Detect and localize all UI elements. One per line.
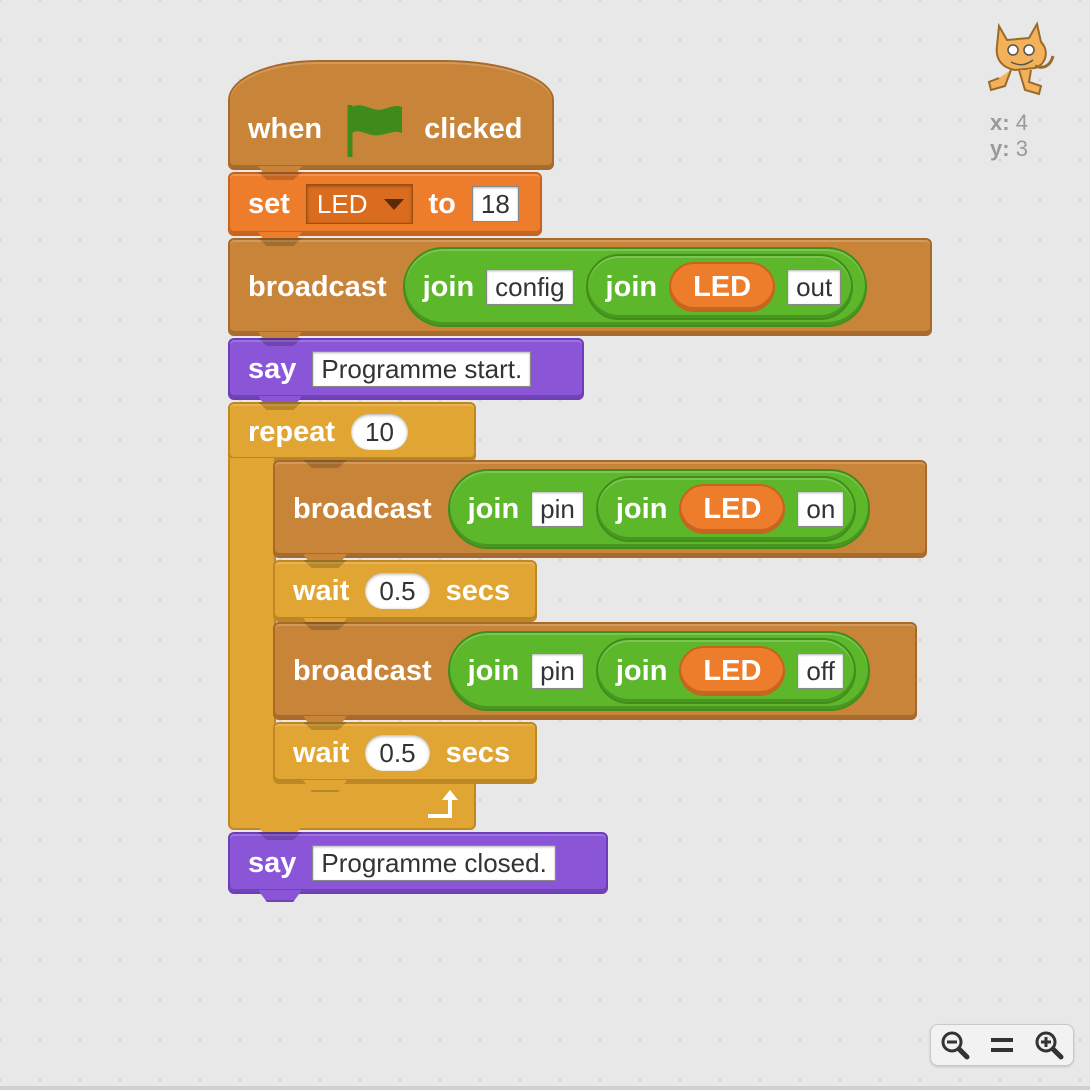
- broadcast-label: broadcast: [293, 654, 432, 687]
- when-label: when: [248, 112, 323, 145]
- sprite-coordinates: x: 4 y: 3: [990, 110, 1028, 162]
- wait-label: wait: [293, 736, 350, 769]
- zoom-controls: [930, 1024, 1074, 1066]
- y-label: y:: [990, 136, 1010, 161]
- say-text-input[interactable]: Programme closed.: [312, 845, 556, 881]
- say-label: say: [248, 352, 297, 385]
- dropdown-arrow-icon: [383, 198, 404, 210]
- zoom-in-icon: [1035, 1031, 1064, 1060]
- led-variable-reporter[interactable]: LED: [669, 262, 776, 312]
- inner-join-text-input[interactable]: on: [797, 491, 845, 527]
- set-variable-block[interactable]: set LED to 18: [228, 172, 542, 236]
- zoom-in-button[interactable]: [1032, 1028, 1066, 1062]
- join-reporter[interactable]: join pin join LED off: [447, 631, 870, 711]
- join-label: join: [467, 654, 520, 687]
- to-label: to: [428, 187, 456, 220]
- wait-seconds-input[interactable]: 0.5: [365, 573, 430, 609]
- repeat-header[interactable]: repeat 10: [228, 402, 476, 462]
- repeat-arm: [228, 458, 276, 778]
- wait-block[interactable]: wait 0.5 secs: [273, 560, 537, 622]
- repeat-count-input[interactable]: 10: [351, 414, 408, 450]
- repeat-label: repeat: [248, 415, 336, 448]
- inner-join-label: join: [605, 270, 658, 303]
- clicked-label: clicked: [424, 112, 523, 145]
- inner-join-text-input[interactable]: out: [787, 269, 842, 305]
- wait-block[interactable]: wait 0.5 secs: [273, 722, 537, 784]
- set-label: set: [248, 187, 290, 220]
- x-value: 4: [1015, 110, 1028, 135]
- when-flag-clicked-block[interactable]: when clicked: [228, 60, 554, 170]
- say-text-input[interactable]: Programme start.: [312, 351, 532, 387]
- led-variable-reporter[interactable]: LED: [679, 646, 786, 696]
- zoom-reset-button[interactable]: [985, 1028, 1019, 1062]
- y-value: 3: [1015, 136, 1028, 161]
- broadcast-block[interactable]: broadcast join config join LED out: [228, 238, 932, 336]
- say-label: say: [248, 846, 297, 879]
- wait-seconds-input[interactable]: 0.5: [365, 735, 430, 771]
- variable-name: LED: [316, 188, 368, 219]
- say-block[interactable]: say Programme closed.: [228, 832, 608, 894]
- join-label: join: [467, 492, 520, 525]
- cat-sprite-icon: [987, 21, 1055, 96]
- zoom-out-button[interactable]: [938, 1028, 972, 1062]
- secs-label: secs: [445, 574, 511, 607]
- inner-join-reporter[interactable]: join LED off: [595, 638, 856, 704]
- join-label: join: [422, 270, 475, 303]
- inner-join-text-input[interactable]: off: [797, 653, 844, 689]
- join-reporter[interactable]: join pin join LED on: [447, 469, 871, 549]
- broadcast-label: broadcast: [293, 492, 432, 525]
- wait-label: wait: [293, 574, 350, 607]
- inner-join-label: join: [615, 654, 668, 687]
- led-variable-reporter[interactable]: LED: [679, 484, 786, 534]
- sprite-thumbnail: [985, 20, 1057, 102]
- inner-join-reporter[interactable]: join LED out: [585, 254, 854, 320]
- zoom-reset-icon: [990, 1038, 1013, 1052]
- join-text-input[interactable]: config: [486, 269, 574, 305]
- secs-label: secs: [445, 736, 511, 769]
- zoom-out-icon: [941, 1031, 970, 1060]
- inner-join-reporter[interactable]: join LED on: [595, 476, 857, 542]
- loop-arrow-icon: [424, 788, 468, 825]
- x-label: x:: [990, 110, 1010, 135]
- broadcast-label: broadcast: [248, 270, 387, 303]
- broadcast-on-block[interactable]: broadcast join pin join LED on: [273, 460, 927, 558]
- join-text-input[interactable]: pin: [531, 653, 584, 689]
- broadcast-off-block[interactable]: broadcast join pin join LED off: [273, 622, 917, 720]
- scripts-area-border: [0, 1086, 1090, 1090]
- join-text-input[interactable]: pin: [531, 491, 584, 527]
- set-value-input[interactable]: 18: [471, 186, 519, 222]
- variable-dropdown[interactable]: LED: [305, 184, 413, 224]
- green-flag-icon: [342, 99, 404, 159]
- say-block[interactable]: say Programme start.: [228, 338, 584, 400]
- inner-join-label: join: [615, 492, 668, 525]
- join-reporter[interactable]: join config join LED out: [402, 247, 868, 327]
